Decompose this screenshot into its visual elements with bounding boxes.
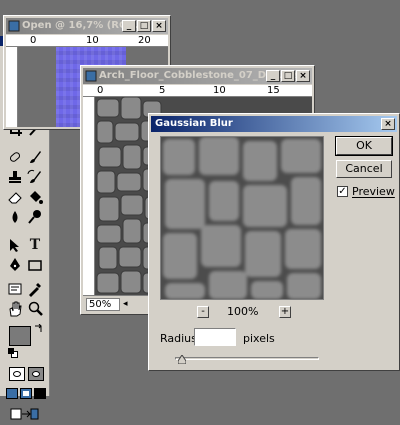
- paint-bucket-tool-icon[interactable]: [26, 188, 44, 206]
- horizontal-ruler: 0 10 20: [6, 35, 168, 47]
- foreground-color-swatch[interactable]: [9, 326, 31, 346]
- type-tool-icon[interactable]: T: [26, 236, 44, 254]
- ok-button[interactable]: OK: [335, 136, 393, 156]
- open-window-titlebar[interactable]: Open @ 16,7% (RG... _ □ ×: [6, 18, 168, 34]
- zoom-in-button[interactable]: +: [279, 306, 291, 318]
- cancel-button[interactable]: Cancel: [336, 160, 392, 178]
- dialog-titlebar[interactable]: Gaussian Blur ×: [151, 116, 397, 132]
- eyedropper-tool-icon[interactable]: [26, 280, 44, 298]
- path-selection-tool-icon[interactable]: [6, 236, 24, 254]
- hand-tool-icon[interactable]: [6, 300, 24, 318]
- full-screen-mode-icon[interactable]: [34, 388, 46, 399]
- minimize-button[interactable]: _: [266, 70, 280, 82]
- ruler-label: 10: [86, 35, 99, 46]
- ruler-label: 0: [30, 35, 37, 46]
- notes-tool-icon[interactable]: [6, 280, 24, 298]
- ruler-label: 15: [267, 85, 280, 96]
- vertical-ruler: [83, 97, 95, 295]
- preview-label[interactable]: Preview: [352, 185, 395, 198]
- maximize-button[interactable]: □: [281, 70, 295, 82]
- default-colors-icon[interactable]: [8, 348, 18, 358]
- swap-colors-icon[interactable]: [33, 323, 43, 334]
- document-icon: [85, 70, 97, 82]
- brush-tool-icon[interactable]: [26, 148, 44, 166]
- minimize-button[interactable]: _: [122, 20, 136, 32]
- close-button[interactable]: ×: [381, 118, 395, 130]
- zoom-status[interactable]: 50%: [86, 298, 120, 311]
- scroll-left-arrow-icon[interactable]: ◂: [123, 299, 128, 309]
- radius-unit-label: pixels: [243, 332, 275, 345]
- close-button[interactable]: ×: [152, 20, 166, 32]
- eraser-tool-icon[interactable]: [6, 188, 24, 206]
- blur-preview-pane[interactable]: [160, 136, 324, 300]
- vertical-ruler: [6, 47, 18, 127]
- maximize-button[interactable]: □: [137, 20, 151, 32]
- standard-mode-icon[interactable]: [9, 367, 25, 381]
- dodge-tool-icon[interactable]: [26, 208, 44, 226]
- full-screen-menu-mode-icon[interactable]: [20, 388, 32, 399]
- zoom-tool-icon[interactable]: [26, 300, 44, 318]
- rectangle-tool-icon[interactable]: [26, 256, 44, 274]
- ruler-label: 0: [97, 85, 104, 96]
- clone-stamp-tool-icon[interactable]: [6, 168, 24, 186]
- ruler-label: 5: [159, 85, 166, 96]
- blur-tool-icon[interactable]: [6, 208, 24, 226]
- document-window-titlebar[interactable]: Arch_Floor_Cobblestone_07_Diffuse... _ □…: [83, 68, 312, 84]
- document-icon: [8, 20, 20, 32]
- jump-to-imageready-icon[interactable]: [10, 406, 40, 422]
- radius-slider-thumb[interactable]: [177, 354, 187, 365]
- close-button[interactable]: ×: [296, 70, 310, 82]
- ruler-label: 10: [213, 85, 226, 96]
- zoom-out-button[interactable]: -: [197, 306, 209, 318]
- standard-screen-mode-icon[interactable]: [6, 388, 18, 399]
- radius-input[interactable]: [194, 328, 236, 346]
- pen-tool-icon[interactable]: [6, 256, 24, 274]
- dialog-title: Gaussian Blur: [155, 118, 233, 129]
- preview-checkbox[interactable]: ✓: [337, 186, 348, 197]
- radius-slider-track[interactable]: [175, 357, 319, 360]
- preview-zoom-level: 100%: [227, 305, 259, 318]
- horizontal-ruler: 0 5 10 15: [83, 85, 312, 97]
- quick-mask-mode-icon[interactable]: [28, 367, 44, 381]
- gaussian-blur-dialog[interactable]: Gaussian Blur × - 100% + OK Cancel ✓ Pre…: [148, 113, 400, 371]
- healing-brush-tool-icon[interactable]: [6, 148, 24, 166]
- ruler-label: 20: [138, 35, 151, 46]
- history-brush-tool-icon[interactable]: [26, 168, 44, 186]
